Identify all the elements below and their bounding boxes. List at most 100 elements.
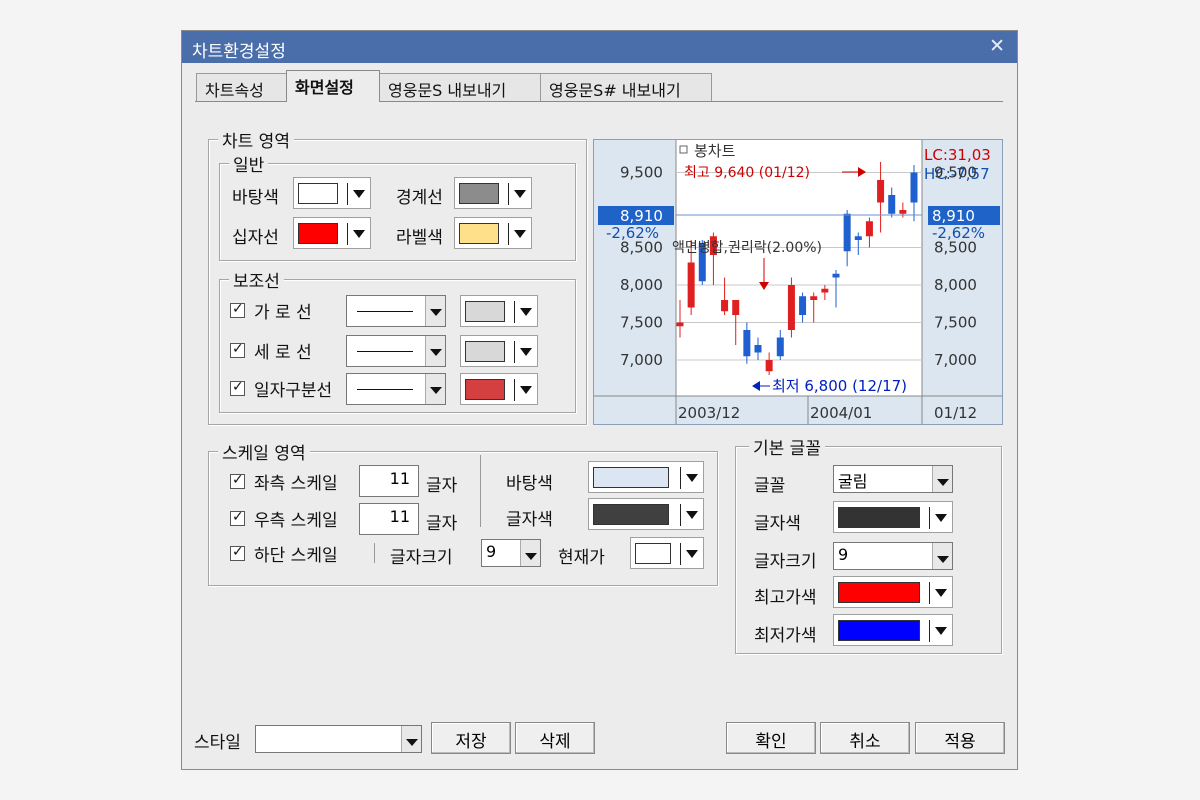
- font-color-picker[interactable]: [833, 501, 953, 533]
- save-button[interactable]: 저장: [431, 722, 511, 754]
- color-swatch: [838, 582, 920, 603]
- lc-label: LC:31,03: [924, 146, 991, 164]
- tab-chart-properties[interactable]: 차트속성: [196, 73, 288, 101]
- delete-button[interactable]: 삭제: [515, 722, 595, 754]
- color-swatch: [298, 183, 338, 204]
- horizontal-line-style[interactable]: [346, 295, 446, 327]
- y-tick-left: 8,500: [620, 239, 663, 257]
- date-divider-style[interactable]: [346, 373, 446, 405]
- color-swatch: [593, 504, 669, 525]
- border-label: 경계선: [396, 188, 443, 208]
- font-color-label: 글자색: [754, 514, 801, 534]
- x-tick: 2004/01: [810, 404, 872, 422]
- current-price-color-label: 현재가: [558, 548, 605, 568]
- label-color-picker[interactable]: [454, 217, 532, 249]
- divider: [374, 543, 375, 563]
- current-price-left: 8,910: [620, 207, 663, 225]
- title-bar: 차트환경설정 ✕: [182, 31, 1017, 63]
- dropdown-arrow-icon: [935, 589, 947, 597]
- horizontal-line-label: 가 로 선: [254, 303, 312, 323]
- horizontal-line-checkbox[interactable]: [230, 301, 245, 318]
- scale-text-color-picker[interactable]: [588, 498, 704, 530]
- dropdown-arrow-icon: [520, 540, 540, 566]
- scale-background-label: 바탕색: [506, 474, 553, 494]
- chart-preview: 봉차트 최고 9,640 (01/12) 액면병합,권리락(2.00%) 최저 …: [593, 139, 1003, 425]
- right-scale-unit: 글자: [426, 514, 458, 534]
- dropdown-arrow-icon: [425, 296, 445, 326]
- candle-body: [832, 273, 840, 278]
- vertical-line-color-picker[interactable]: [460, 335, 538, 367]
- y-tick-right: 7,500: [934, 314, 977, 332]
- left-scale-checkbox[interactable]: [230, 472, 245, 489]
- color-swatch: [635, 543, 671, 564]
- horizontal-line-color-picker[interactable]: [460, 295, 538, 327]
- candle-body: [754, 345, 762, 353]
- font-select[interactable]: 굴림: [833, 465, 953, 493]
- y-tick-left: 7,500: [620, 314, 663, 332]
- divider: [480, 455, 481, 527]
- tab-export-s-sharp[interactable]: 영웅문S# 내보내기: [540, 73, 712, 101]
- tab-screen-settings[interactable]: 화면설정: [286, 70, 380, 102]
- dropdown-arrow-icon: [520, 386, 532, 394]
- low-color-picker[interactable]: [833, 614, 953, 646]
- high-color-picker[interactable]: [833, 576, 953, 608]
- dropdown-arrow-icon: [401, 726, 421, 752]
- general-legend: 일반: [229, 151, 269, 176]
- current-price-right: 8,910: [932, 207, 975, 225]
- y-tick-right: 9,500: [934, 164, 977, 182]
- font-label: 글꼴: [754, 476, 786, 496]
- vertical-line-label: 세 로 선: [254, 343, 312, 363]
- aux-lines-legend: 보조선: [229, 267, 284, 292]
- right-scale-width-input[interactable]: 11: [359, 503, 419, 535]
- date-divider-checkbox[interactable]: [230, 379, 245, 396]
- color-swatch: [838, 620, 920, 641]
- dropdown-arrow-icon: [353, 230, 365, 238]
- style-label: 스타일: [194, 733, 241, 753]
- x-tick: 2003/12: [678, 404, 740, 422]
- base-font-size-value: 9: [838, 545, 849, 564]
- candle-body: [810, 296, 818, 300]
- left-scale-width-input[interactable]: 11: [359, 465, 419, 497]
- dropdown-arrow-icon: [520, 348, 532, 356]
- vertical-line-checkbox[interactable]: [230, 341, 245, 358]
- scale-text-color-label: 글자색: [506, 510, 553, 530]
- background-color-picker[interactable]: [293, 177, 371, 209]
- right-scale-checkbox[interactable]: [230, 509, 245, 526]
- scale-area-legend: 스케일 영역: [218, 439, 310, 464]
- candle-body: [865, 221, 873, 237]
- tab-export-s[interactable]: 영웅문S 내보내기: [379, 73, 541, 101]
- y-tick-left: 9,500: [620, 164, 663, 182]
- y-tick-left: 8,000: [620, 276, 663, 294]
- dropdown-arrow-icon: [686, 511, 698, 519]
- dropdown-arrow-icon: [353, 190, 365, 198]
- candle-body: [821, 288, 829, 293]
- y-tick-right: 8,000: [934, 276, 977, 294]
- current-price-color-picker[interactable]: [630, 537, 704, 569]
- vertical-line-style[interactable]: [346, 335, 446, 367]
- ok-button[interactable]: 확인: [726, 722, 816, 754]
- style-select[interactable]: [255, 725, 422, 753]
- candle-body: [732, 300, 740, 315]
- color-swatch: [459, 183, 499, 204]
- candlestick-chart: 봉차트 최고 9,640 (01/12) 액면병합,권리락(2.00%) 최저 …: [594, 140, 1002, 424]
- low-price-label: 최저 6,800 (12/17): [772, 377, 907, 395]
- color-swatch: [465, 301, 505, 322]
- dropdown-arrow-icon: [686, 550, 698, 558]
- scale-font-size-select[interactable]: 9: [481, 539, 541, 567]
- scale-background-color-picker[interactable]: [588, 461, 704, 493]
- bottom-scale-checkbox[interactable]: [230, 544, 245, 561]
- left-scale-label: 좌측 스케일: [254, 474, 338, 494]
- cancel-button[interactable]: 취소: [820, 722, 910, 754]
- color-swatch: [298, 223, 338, 244]
- border-color-picker[interactable]: [454, 177, 532, 209]
- base-font-size-select[interactable]: 9: [833, 542, 953, 570]
- apply-button[interactable]: 적용: [915, 722, 1005, 754]
- close-icon[interactable]: ✕: [989, 35, 1005, 57]
- date-divider-color-picker[interactable]: [460, 373, 538, 405]
- dropdown-arrow-icon: [935, 514, 947, 522]
- x-tick: 01/12: [934, 404, 977, 422]
- left-scale-unit: 글자: [426, 476, 458, 496]
- crosshair-color-picker[interactable]: [293, 217, 371, 249]
- window-title: 차트환경설정: [192, 42, 286, 62]
- low-color-label: 최저가색: [754, 626, 817, 646]
